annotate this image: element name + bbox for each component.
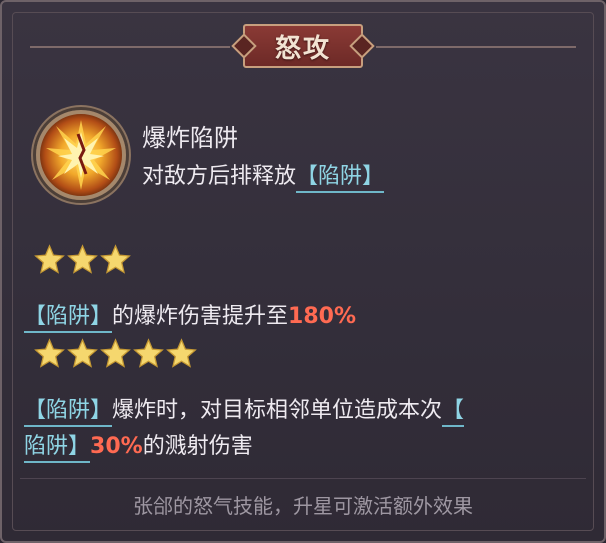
star-rating-3 [34, 244, 131, 275]
star-icon [133, 338, 164, 368]
tier-3-text: 的爆炸伤害提升至 [112, 304, 289, 329]
header-title: 怒攻 [274, 33, 331, 64]
skill-description: 对敌方后排释放【陷阱】 [142, 158, 385, 193]
tier-3-effect: 【陷阱】的爆炸伤害提升至180% [24, 298, 356, 333]
trap-keyword-part-2: 陷阱】 [24, 434, 91, 463]
footer-divider [20, 478, 586, 479]
star-icon [67, 244, 98, 274]
trap-keyword: 【陷阱】 [296, 164, 385, 193]
star-rating-5 [34, 338, 197, 369]
header-divider-right [376, 46, 576, 48]
tier-5-effect-line-2: 陷阱】30%的溅射伤害 [24, 428, 253, 463]
explosion-trap-icon [36, 110, 126, 200]
star-icon [100, 338, 131, 368]
trap-keyword: 【陷阱】 [24, 398, 113, 427]
star-icon [34, 244, 65, 274]
tier-5-text-1: 爆炸时，对目标相邻单位造成本次 [112, 398, 443, 423]
trap-keyword-part-1: 【 [442, 398, 465, 427]
skill-desc-text: 对敌方后排释放 [142, 164, 297, 189]
star-icon [166, 338, 197, 368]
tier-5-value: 30% [90, 434, 143, 459]
tier-5-text-2: 的溅射伤害 [142, 434, 253, 459]
trap-keyword: 【陷阱】 [24, 304, 113, 333]
star-icon [34, 338, 65, 368]
footer-note: 张郃的怒气技能，升星可激活额外效果 [133, 494, 473, 518]
skill-name: 爆炸陷阱 [142, 124, 238, 152]
header-banner: 怒攻 [243, 24, 363, 68]
explosion-graphic [46, 120, 116, 190]
tier-3-value: 180% [288, 304, 356, 329]
star-icon [67, 338, 98, 368]
header-divider-left [30, 46, 230, 48]
star-icon [100, 244, 131, 274]
tier-5-effect-line-1: 【陷阱】爆炸时，对目标相邻单位造成本次【 [24, 392, 465, 427]
